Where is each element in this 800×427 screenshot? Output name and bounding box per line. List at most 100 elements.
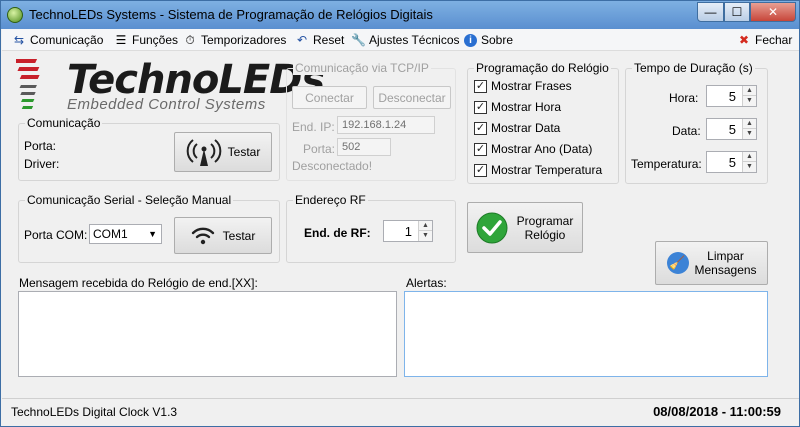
test-serial-button[interactable]: Testar bbox=[174, 217, 272, 254]
hora-duration-label: Hora: bbox=[669, 91, 699, 105]
data-duration-label: Data: bbox=[672, 124, 701, 138]
info-icon: i bbox=[464, 33, 477, 47]
porta-com-select[interactable]: COM1 ▼ bbox=[89, 224, 162, 244]
disconnect-button[interactable]: Desconectar bbox=[373, 86, 451, 109]
spin-down-icon[interactable]: ▼ bbox=[743, 129, 756, 139]
wrench-icon: 🔧 bbox=[351, 33, 366, 47]
received-message-label: Mensagem recebida do Relógio de end.[XX]… bbox=[19, 276, 258, 290]
tcp-port-label: Porta: bbox=[303, 142, 336, 156]
close-window-button[interactable]: ✕ bbox=[750, 2, 796, 22]
menu-fechar[interactable]: ✖ Fechar bbox=[737, 32, 792, 48]
hora-spin-buttons[interactable]: ▲ ▼ bbox=[742, 86, 756, 106]
data-duration-spinner[interactable]: 5 ▲ ▼ bbox=[706, 118, 757, 140]
test-serial-label: Testar bbox=[222, 228, 256, 243]
title-bar[interactable]: TechnoLEDs Systems - Sistema de Programa… bbox=[1, 1, 799, 29]
broom-icon: 🧹 bbox=[666, 252, 689, 274]
limpar-mensagens-label: Limpar Mensagens bbox=[694, 249, 757, 277]
temp-spin-buttons[interactable]: ▲ ▼ bbox=[742, 152, 756, 172]
menu-funcoes-label: Funções bbox=[132, 33, 179, 47]
main-window: TechnoLEDs Systems - Sistema de Programa… bbox=[0, 0, 800, 427]
mostrar-temperatura-checkbox[interactable]: ✓ bbox=[474, 163, 487, 177]
porta-label: Porta: bbox=[24, 139, 57, 153]
duracao-group: Tempo de Duração (s) Hora: 5 ▲ ▼ Data: 5… bbox=[625, 61, 768, 184]
status-bar: TechnoLEDs Digital Clock V1.3 08/08/2018… bbox=[2, 398, 799, 426]
logo-stripes-icon bbox=[16, 59, 40, 109]
spin-up-icon[interactable]: ▲ bbox=[743, 119, 756, 129]
menu-sobre-label: Sobre bbox=[481, 33, 514, 47]
mostrar-hora-checkbox[interactable]: ✓ bbox=[474, 100, 487, 114]
logo-tagline: Embedded Control Systems bbox=[67, 96, 266, 113]
option-mostrar-ano[interactable]: ✓ Mostrar Ano (Data) bbox=[474, 141, 592, 157]
menu-funcoes[interactable]: ☰ Funções bbox=[114, 32, 178, 48]
duracao-group-title: Tempo de Duração (s) bbox=[632, 61, 755, 75]
rf-group: Endereço RF End. de RF: 1 ▲ ▼ bbox=[286, 193, 456, 263]
porta-com-label: Porta COM: bbox=[24, 228, 88, 242]
menu-bar: ⇆ Comunicação ☰ Funções ⏱ Temporizadores… bbox=[2, 29, 799, 51]
programar-relogio-label: Programar Relógio bbox=[516, 213, 574, 242]
hora-duration-spinner[interactable]: 5 ▲ ▼ bbox=[706, 85, 757, 107]
rf-address-spinner[interactable]: 1 ▲ ▼ bbox=[383, 220, 433, 242]
close-icon: ✖ bbox=[738, 33, 750, 47]
hora-duration-value: 5 bbox=[728, 89, 736, 104]
spin-up-icon[interactable]: ▲ bbox=[743, 152, 756, 162]
chevron-down-icon: ▼ bbox=[148, 229, 157, 239]
app-icon bbox=[7, 7, 23, 23]
tcp-port-field[interactable]: 502 bbox=[337, 138, 391, 156]
minimize-button[interactable]: — bbox=[697, 2, 724, 22]
menu-sobre[interactable]: i Sobre bbox=[464, 32, 513, 48]
connect-button[interactable]: Conectar bbox=[292, 86, 367, 109]
spin-up-icon[interactable]: ▲ bbox=[743, 86, 756, 96]
menu-reset-label: Reset bbox=[313, 33, 345, 47]
option-mostrar-data[interactable]: ✓ Mostrar Data bbox=[474, 120, 560, 136]
spin-down-icon[interactable]: ▼ bbox=[743, 96, 756, 106]
rf-address-label: End. de RF: bbox=[304, 226, 371, 240]
menu-ajustes-tecnicos[interactable]: 🔧 Ajustes Técnicos bbox=[351, 32, 460, 48]
menu-reset[interactable]: ↶ Reset bbox=[295, 32, 344, 48]
comunicacao-group: Comunicação Porta: Driver: Testar bbox=[18, 116, 280, 181]
menu-temporizadores[interactable]: ⏱ Temporizadores bbox=[183, 32, 286, 48]
window-title: TechnoLEDs Systems - Sistema de Programa… bbox=[29, 7, 433, 22]
mostrar-frases-checkbox[interactable]: ✓ bbox=[474, 79, 487, 93]
programar-relogio-button[interactable]: Programar Relógio bbox=[467, 202, 583, 253]
option-mostrar-frases[interactable]: ✓ Mostrar Frases bbox=[474, 78, 572, 94]
ip-address-field[interactable]: 192.168.1.24 bbox=[337, 116, 435, 134]
spin-down-icon[interactable]: ▼ bbox=[419, 231, 432, 241]
driver-label: Driver: bbox=[24, 157, 60, 171]
alerts-textarea[interactable] bbox=[404, 291, 768, 377]
ip-label: End. IP: bbox=[292, 120, 335, 134]
undo-icon: ↶ bbox=[296, 33, 308, 47]
option-mostrar-temperatura[interactable]: ✓ Mostrar Temperatura bbox=[474, 162, 602, 178]
mostrar-hora-label: Mostrar Hora bbox=[491, 100, 562, 114]
rf-group-title: Endereço RF bbox=[293, 193, 368, 207]
tcp-ip-group-title: Comunicação via TCP/IP bbox=[293, 61, 431, 75]
mostrar-ano-label: Mostrar Ano (Data) bbox=[491, 142, 593, 156]
rf-spin-buttons[interactable]: ▲ ▼ bbox=[418, 221, 432, 241]
menu-ajustes-label: Ajustes Técnicos bbox=[369, 33, 460, 47]
limpar-mensagens-button[interactable]: 🧹 Limpar Mensagens bbox=[655, 241, 768, 285]
antenna-icon bbox=[186, 139, 221, 166]
serial-group-title: Comunicação Serial - Seleção Manual bbox=[25, 193, 234, 207]
mostrar-frases-label: Mostrar Frases bbox=[491, 79, 572, 93]
tcp-status-text: Desconectado! bbox=[292, 159, 373, 173]
maximize-button[interactable]: ☐ bbox=[724, 2, 750, 22]
menu-comunicacao[interactable]: ⇆ Comunicação bbox=[12, 32, 103, 48]
option-mostrar-hora[interactable]: ✓ Mostrar Hora bbox=[474, 99, 561, 115]
mostrar-data-checkbox[interactable]: ✓ bbox=[474, 121, 487, 135]
test-comunicacao-button[interactable]: Testar bbox=[174, 132, 272, 172]
menu-comunicacao-label: Comunicação bbox=[30, 33, 104, 47]
spin-down-icon[interactable]: ▼ bbox=[743, 162, 756, 172]
checkmark-icon bbox=[476, 212, 508, 243]
tcp-ip-group: Comunicação via TCP/IP Conectar Desconec… bbox=[286, 61, 456, 181]
spin-up-icon[interactable]: ▲ bbox=[419, 221, 432, 231]
temp-duration-spinner[interactable]: 5 ▲ ▼ bbox=[706, 151, 757, 173]
menu-fechar-label: Fechar bbox=[755, 33, 793, 47]
data-spin-buttons[interactable]: ▲ ▼ bbox=[742, 119, 756, 139]
mostrar-ano-checkbox[interactable]: ✓ bbox=[474, 142, 487, 156]
data-duration-value: 5 bbox=[728, 122, 736, 137]
serial-group: Comunicação Serial - Seleção Manual Port… bbox=[18, 193, 280, 263]
programacao-group-title: Programação do Relógio bbox=[474, 61, 611, 75]
mostrar-temperatura-label: Mostrar Temperatura bbox=[491, 163, 603, 177]
menu-temporizadores-label: Temporizadores bbox=[201, 33, 287, 47]
received-message-textarea[interactable] bbox=[18, 291, 397, 377]
porta-com-value: COM1 bbox=[93, 227, 128, 241]
